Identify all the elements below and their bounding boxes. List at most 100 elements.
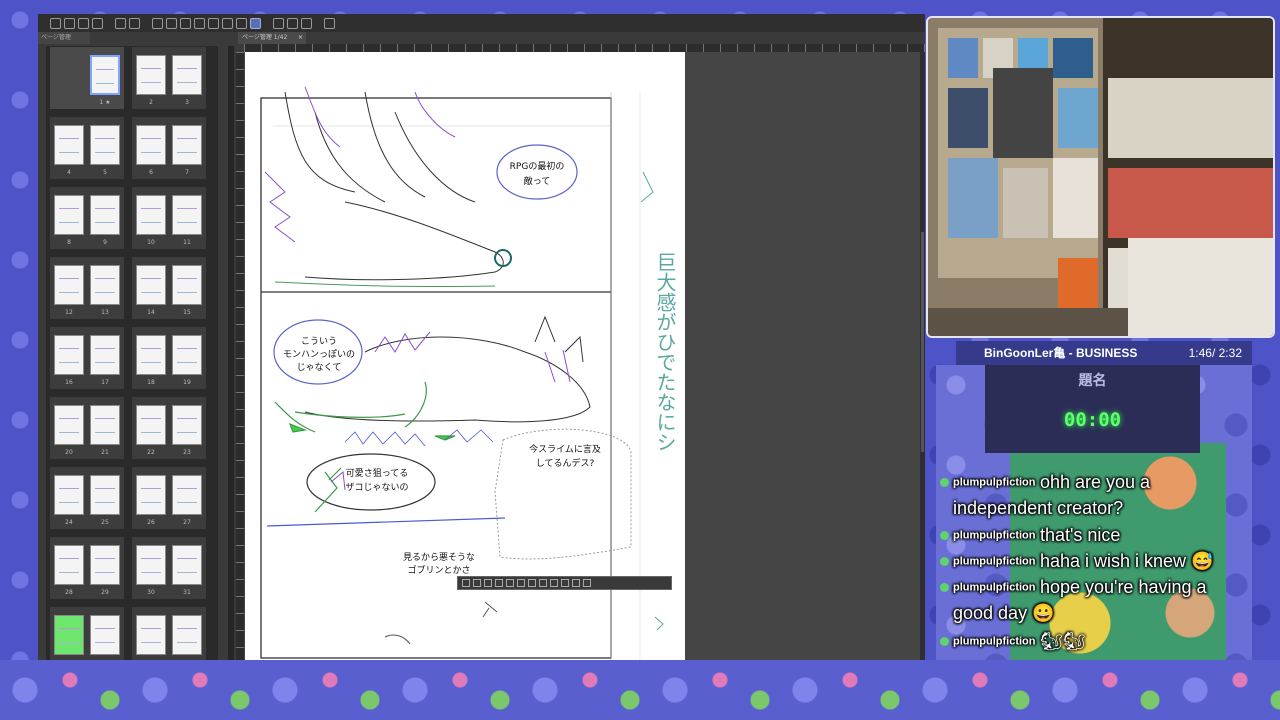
page-thumbnail[interactable] — [172, 265, 202, 305]
redo-icon[interactable] — [129, 17, 140, 29]
chat-text: ohh are you a — [1039, 472, 1151, 492]
cut-icon[interactable] — [539, 579, 547, 587]
page-thumbnail[interactable] — [54, 615, 84, 655]
line-snap-icon[interactable] — [287, 17, 298, 29]
page-panel-tab[interactable]: ページ管理 — [38, 32, 90, 44]
page-thumbnail[interactable] — [54, 405, 84, 445]
page-number: 27 — [183, 519, 191, 526]
page-spread[interactable] — [132, 607, 206, 660]
transform-tool-icon[interactable] — [506, 579, 514, 587]
page-spread[interactable]: 16 17 — [50, 327, 124, 389]
page-thumbnail[interactable] — [54, 475, 84, 515]
page-thumbnail[interactable] — [136, 335, 166, 375]
page-thumbnail[interactable] — [136, 55, 166, 95]
print-icon[interactable] — [92, 17, 103, 29]
save-icon[interactable] — [78, 17, 89, 29]
canvas-scrollbar[interactable] — [920, 52, 925, 660]
page-thumbnail[interactable] — [90, 55, 120, 95]
page-spread[interactable]: 10 11 — [132, 187, 206, 249]
page-spread[interactable]: 18 19 — [132, 327, 206, 389]
page-thumbnail[interactable] — [90, 125, 120, 165]
page-thumbnail[interactable] — [90, 615, 120, 655]
page-number: 30 — [147, 589, 155, 596]
settings-icon[interactable] — [517, 579, 525, 587]
page-spread[interactable]: 30 31 — [132, 537, 206, 599]
rect-tool-icon[interactable] — [473, 579, 481, 587]
page-thumbnail[interactable] — [90, 405, 120, 445]
page-number: 29 — [101, 589, 109, 596]
page-spread[interactable]: 24 25 — [50, 467, 124, 529]
page-spread[interactable]: 26 27 — [132, 467, 206, 529]
page-thumbnail[interactable] — [172, 125, 202, 165]
canvas-area[interactable]: RPGの最初の 敵って こういう モンハンっぽいの じゃなくて 可愛さ狙ってる … — [244, 52, 925, 660]
menu-icon[interactable] — [583, 579, 591, 587]
page-thumbnail[interactable] — [136, 615, 166, 655]
page-spread[interactable]: 45 — [50, 117, 124, 179]
new-file-icon[interactable] — [50, 17, 61, 29]
page-thumbnail[interactable] — [54, 125, 84, 165]
chat-text: that's nice — [1039, 525, 1121, 545]
grid-icon[interactable] — [236, 17, 247, 29]
page-thumbnail[interactable] — [172, 405, 202, 445]
layer-icon[interactable] — [528, 579, 536, 587]
page-spread[interactable]: 20 21 — [50, 397, 124, 459]
page-thumbnail[interactable] — [136, 125, 166, 165]
page-thumbnail[interactable] — [90, 475, 120, 515]
page-spread[interactable]: 12 13 — [50, 257, 124, 319]
page-thumbnail[interactable] — [54, 545, 84, 585]
pen-settings-icon[interactable] — [324, 17, 335, 29]
crop-icon[interactable] — [572, 579, 580, 587]
tone-icon[interactable] — [222, 17, 233, 29]
undo-icon[interactable] — [115, 17, 126, 29]
selection-icon[interactable] — [208, 17, 219, 29]
transform-icon[interactable] — [166, 17, 177, 29]
page-thumbnail[interactable] — [172, 615, 202, 655]
page-thumbnail[interactable] — [136, 545, 166, 585]
page-thumbnail[interactable] — [90, 195, 120, 235]
page-spread[interactable]: 67 — [132, 117, 206, 179]
manga-page-canvas[interactable]: RPGの最初の 敵って こういう モンハンっぽいの じゃなくて 可愛さ狙ってる … — [245, 52, 685, 660]
page-spread[interactable]: 1 ★ — [50, 47, 124, 109]
page-spread[interactable]: 14 15 — [132, 257, 206, 319]
snap-icon[interactable] — [250, 17, 261, 29]
pen-tool-icon[interactable] — [462, 579, 470, 587]
clear-icon[interactable] — [194, 17, 205, 29]
page-thumbnail[interactable] — [172, 55, 202, 95]
page-thumbnail[interactable] — [136, 405, 166, 445]
page-panel-scrollbar[interactable] — [228, 46, 234, 660]
page-thumbnail[interactable] — [90, 265, 120, 305]
page-thumbnail[interactable] — [54, 335, 84, 375]
page-thumbnail[interactable] — [172, 545, 202, 585]
copy-icon[interactable] — [550, 579, 558, 587]
close-icon[interactable]: × — [298, 32, 303, 44]
page-spread[interactable]: 23 — [132, 47, 206, 109]
page-thumbnail[interactable] — [54, 265, 84, 305]
page-thumbnail[interactable] — [90, 545, 120, 585]
page-spread[interactable]: 89 — [50, 187, 124, 249]
bubble-text: ザコじゃないの — [345, 482, 408, 493]
paste-icon[interactable] — [561, 579, 569, 587]
settings-icon[interactable] — [152, 17, 163, 29]
page-thumbnail[interactable] — [136, 475, 166, 515]
page-spread[interactable]: 28 29 — [50, 537, 124, 599]
fill-icon[interactable] — [180, 17, 191, 29]
special-ruler-icon[interactable] — [301, 17, 312, 29]
page-spread[interactable]: 22 23 — [132, 397, 206, 459]
page-spread[interactable] — [50, 607, 124, 660]
page-thumbnail[interactable] — [136, 265, 166, 305]
document-tab[interactable]: ページ管理 1/42 × — [238, 32, 306, 44]
ruler-icon[interactable] — [273, 17, 284, 29]
open-file-icon[interactable] — [64, 17, 75, 29]
page-thumbnail[interactable] — [54, 195, 84, 235]
page-thumbnail[interactable] — [172, 195, 202, 235]
chat-username: plumpulpfiction — [953, 555, 1036, 568]
page-thumbnail[interactable] — [90, 335, 120, 375]
page-thumbnail[interactable] — [136, 195, 166, 235]
fill-tool-icon[interactable] — [484, 579, 492, 587]
chat-text-cont: independent creator? — [953, 498, 1124, 518]
page-thumbnail[interactable] — [54, 55, 84, 95]
page-thumbnail[interactable] — [172, 475, 202, 515]
page-thumbnail[interactable] — [172, 335, 202, 375]
line-tool-icon[interactable] — [495, 579, 503, 587]
page-number: 15 — [183, 309, 191, 316]
